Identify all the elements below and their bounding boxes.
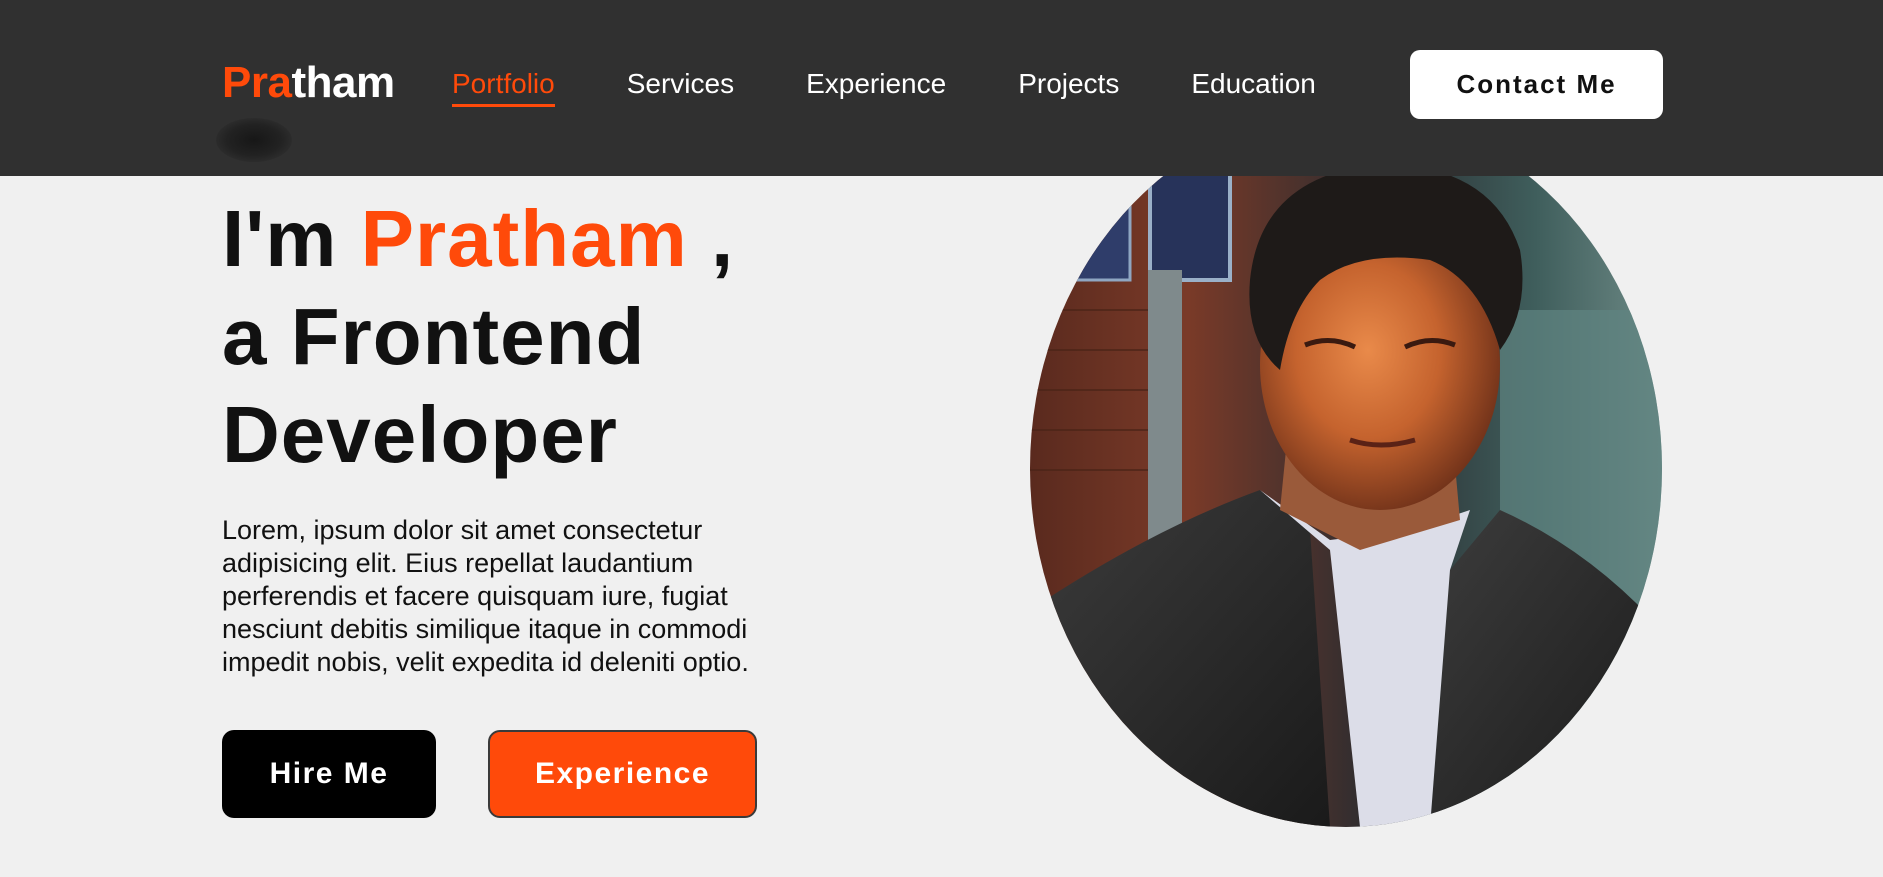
photo-overlap-shadow — [216, 118, 292, 162]
brand-logo-rest: tham — [291, 58, 395, 107]
nav-link-projects[interactable]: Projects — [1018, 66, 1119, 107]
nav-menu: Portfolio Services Experience Projects E… — [452, 66, 1316, 107]
hero-role-line1: a Frontend — [222, 292, 646, 381]
brand-logo-accent: Pra — [222, 58, 292, 107]
hero-description: Lorem, ipsum dolor sit amet consectetur … — [222, 515, 749, 677]
experience-button[interactable]: Experience — [488, 730, 757, 818]
contact-me-button[interactable]: Contact Me — [1410, 50, 1663, 119]
hero-heading: I'm Pratham , a Frontend Developer — [222, 190, 922, 484]
hero-greeting: I'm — [222, 194, 338, 283]
brand-logo[interactable]: Pratham — [222, 58, 395, 108]
hero-role-line2: Developer — [222, 390, 618, 479]
nav-link-portfolio[interactable]: Portfolio — [452, 66, 555, 107]
hero-comma: , — [710, 194, 735, 283]
top-navbar: Pratham Portfolio Services Experience Pr… — [0, 0, 1883, 176]
profile-photo — [1030, 110, 1662, 827]
hero-name: Pratham — [360, 194, 688, 283]
nav-link-education[interactable]: Education — [1191, 66, 1316, 107]
hire-me-button[interactable]: Hire Me — [222, 730, 436, 818]
nav-link-experience[interactable]: Experience — [806, 66, 946, 107]
nav-link-services[interactable]: Services — [627, 66, 734, 107]
